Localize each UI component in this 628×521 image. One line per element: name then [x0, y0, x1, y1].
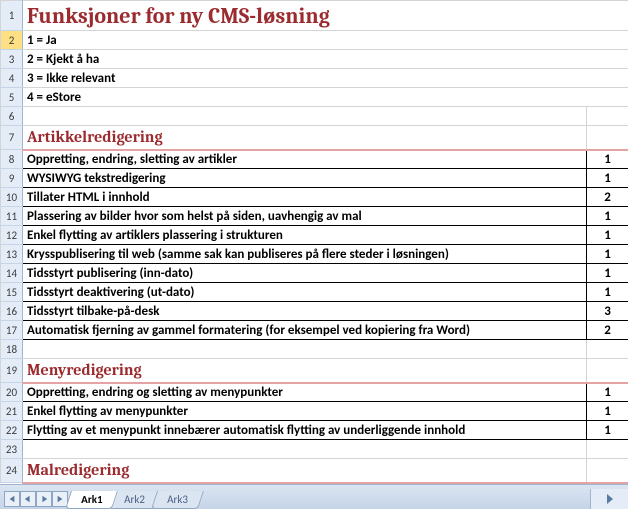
feature-cell[interactable]: Tidsstyrt deaktivering (ut-dato) [23, 283, 587, 302]
cell[interactable] [587, 359, 628, 383]
row-header[interactable]: 3 [1, 50, 23, 69]
cell[interactable] [23, 107, 587, 126]
sheet-tab-label: Ark1 [81, 493, 102, 506]
legend-item[interactable]: 3 = Ikke relevant [23, 69, 628, 88]
tab-nav-group [4, 491, 68, 507]
chevron-right-icon [607, 494, 613, 504]
row-header[interactable]: 14 [1, 264, 23, 283]
value-cell[interactable]: 1 [587, 264, 628, 283]
cell[interactable] [23, 440, 587, 459]
horizontal-scroll-right[interactable] [590, 489, 628, 509]
feature-cell[interactable]: Tillater HTML i innhold [23, 188, 587, 207]
value-cell[interactable]: 2 [587, 321, 628, 340]
value-cell[interactable]: 1 [587, 283, 628, 302]
value-cell[interactable]: 1 [587, 402, 628, 421]
row-header[interactable]: 6 [1, 107, 23, 126]
row-header[interactable]: 23 [1, 440, 23, 459]
page-title[interactable]: Funksjoner for ny CMS-løsning [23, 1, 628, 31]
row-header[interactable]: 18 [1, 340, 23, 359]
row-header[interactable]: 17 [1, 321, 23, 340]
feature-cell[interactable]: WYSIWYG tekstredigering [23, 169, 587, 188]
row-header[interactable]: 19 [1, 359, 23, 383]
feature-cell[interactable]: Flytting av et menypunkt innebærer autom… [23, 421, 587, 440]
cell[interactable] [587, 440, 628, 459]
row-header[interactable]: 16 [1, 302, 23, 321]
value-cell[interactable]: 1 [587, 226, 628, 245]
feature-cell[interactable]: Oppretting, endring og sletting av menyp… [23, 383, 587, 402]
sheet-tab-ark1[interactable]: Ark1 [65, 491, 118, 509]
value-cell[interactable]: 1 [587, 421, 628, 440]
row-header[interactable]: 10 [1, 188, 23, 207]
tab-nav-prev-icon[interactable] [20, 491, 36, 507]
value-cell[interactable]: 1 [587, 383, 628, 402]
row-header[interactable]: 20 [1, 383, 23, 402]
cell[interactable] [587, 126, 628, 150]
row-header[interactable]: 7 [1, 126, 23, 150]
legend-item[interactable]: 2 = Kjekt å ha [23, 50, 628, 69]
value-cell[interactable]: 3 [587, 302, 628, 321]
section-heading[interactable]: Malredigering [23, 459, 587, 483]
value-cell[interactable]: 1 [587, 169, 628, 188]
feature-cell[interactable]: Tidsstyrt publisering (inn-dato) [23, 264, 587, 283]
sheet-tab-label: Ark3 [167, 493, 188, 506]
feature-cell[interactable]: Plassering av bilder hvor som helst på s… [23, 207, 587, 226]
row-header[interactable]: 1 [1, 1, 23, 31]
cell[interactable] [587, 340, 628, 359]
row-header[interactable]: 4 [1, 69, 23, 88]
value-cell[interactable]: 1 [587, 150, 628, 169]
row-header[interactable]: 9 [1, 169, 23, 188]
feature-cell[interactable]: Enkel flytting av artiklers plassering i… [23, 226, 587, 245]
sheet-tab-ark3[interactable]: Ark3 [151, 491, 204, 509]
feature-cell[interactable]: Krysspublisering til web (samme sak kan … [23, 245, 587, 264]
row-header[interactable]: 5 [1, 88, 23, 107]
tab-nav-first-icon[interactable] [4, 491, 20, 507]
row-header[interactable]: 2 [1, 31, 23, 50]
row-header[interactable]: 11 [1, 207, 23, 226]
value-cell[interactable]: 1 [587, 245, 628, 264]
sheet-tab-label: Ark2 [125, 493, 146, 506]
feature-cell[interactable]: Automatisk fjerning av gammel formaterin… [23, 321, 587, 340]
spreadsheet-grid[interactable]: 1 Funksjoner for ny CMS-løsning 2 1 = Ja… [0, 0, 628, 484]
sheet-tab-bar: Ark1 Ark2 Ark3 [0, 484, 628, 509]
tab-nav-next-icon[interactable] [36, 491, 52, 507]
section-heading[interactable]: Menyredigering [23, 359, 587, 383]
feature-cell[interactable]: Tidsstyrt tilbake-på-desk [23, 302, 587, 321]
cell[interactable] [587, 107, 628, 126]
feature-cell[interactable]: Oppretting, endring, sletting av artikle… [23, 150, 587, 169]
row-header[interactable]: 15 [1, 283, 23, 302]
value-cell[interactable]: 2 [587, 188, 628, 207]
legend-item[interactable]: 4 = eStore [23, 88, 628, 107]
row-header[interactable]: 22 [1, 421, 23, 440]
feature-cell[interactable]: Enkel flytting av menypunkter [23, 402, 587, 421]
cell[interactable] [587, 459, 628, 483]
row-header[interactable]: 21 [1, 402, 23, 421]
cell[interactable] [23, 340, 587, 359]
legend-item[interactable]: 1 = Ja [23, 31, 628, 50]
row-header[interactable]: 8 [1, 150, 23, 169]
row-header[interactable]: 24 [1, 459, 23, 483]
row-header[interactable]: 13 [1, 245, 23, 264]
row-header[interactable]: 12 [1, 226, 23, 245]
value-cell[interactable]: 1 [587, 207, 628, 226]
section-heading[interactable]: Artikkelredigering [23, 126, 587, 150]
